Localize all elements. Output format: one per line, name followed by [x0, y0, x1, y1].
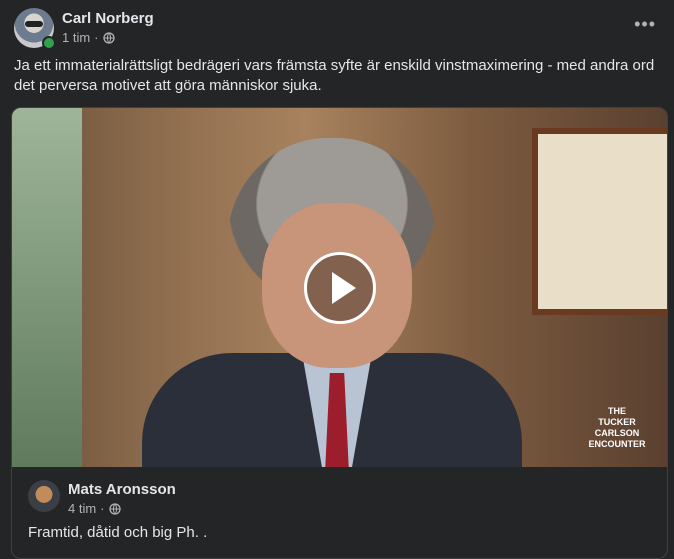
post-card: Carl Norberg 1 tim · ••• Ja ett immateri…	[0, 0, 674, 559]
window-background	[12, 108, 82, 467]
post-text: Ja ett immaterialrättsligt bedrägeri var…	[14, 57, 655, 94]
more-options-button[interactable]: •••	[634, 14, 656, 35]
logo-line-1: THE	[608, 406, 626, 416]
shared-post[interactable]: THE TUCKER CARLSON ENCOUNTER Mats Aronss…	[11, 107, 668, 559]
globe-icon[interactable]	[108, 502, 121, 515]
video-player[interactable]: THE TUCKER CARLSON ENCOUNTER	[12, 108, 667, 467]
globe-icon[interactable]	[102, 31, 115, 44]
meta-separator: ·	[94, 30, 99, 45]
tucker-carlson-encounter-logo: THE TUCKER CARLSON ENCOUNTER	[582, 406, 652, 450]
logo-line-2: TUCKER CARLSON	[594, 417, 640, 438]
play-button[interactable]	[304, 252, 376, 324]
shared-author-name[interactable]: Mats Aronsson	[68, 481, 176, 498]
shared-post-text: Framtid, dåtid och big Ph. .	[28, 524, 208, 541]
post-author-name[interactable]: Carl Norberg	[62, 10, 154, 27]
shared-post-meta: 4 tim ·	[68, 501, 121, 516]
shared-meta-separator: ·	[100, 501, 105, 516]
post-time[interactable]: 1 tim	[62, 30, 90, 45]
framed-picture	[532, 128, 667, 315]
post-meta: 1 tim ·	[62, 30, 115, 45]
online-status-indicator	[42, 36, 56, 50]
shared-post-time[interactable]: 4 tim	[68, 501, 96, 516]
shared-author-avatar[interactable]	[28, 480, 60, 512]
logo-line-3: ENCOUNTER	[588, 439, 646, 449]
